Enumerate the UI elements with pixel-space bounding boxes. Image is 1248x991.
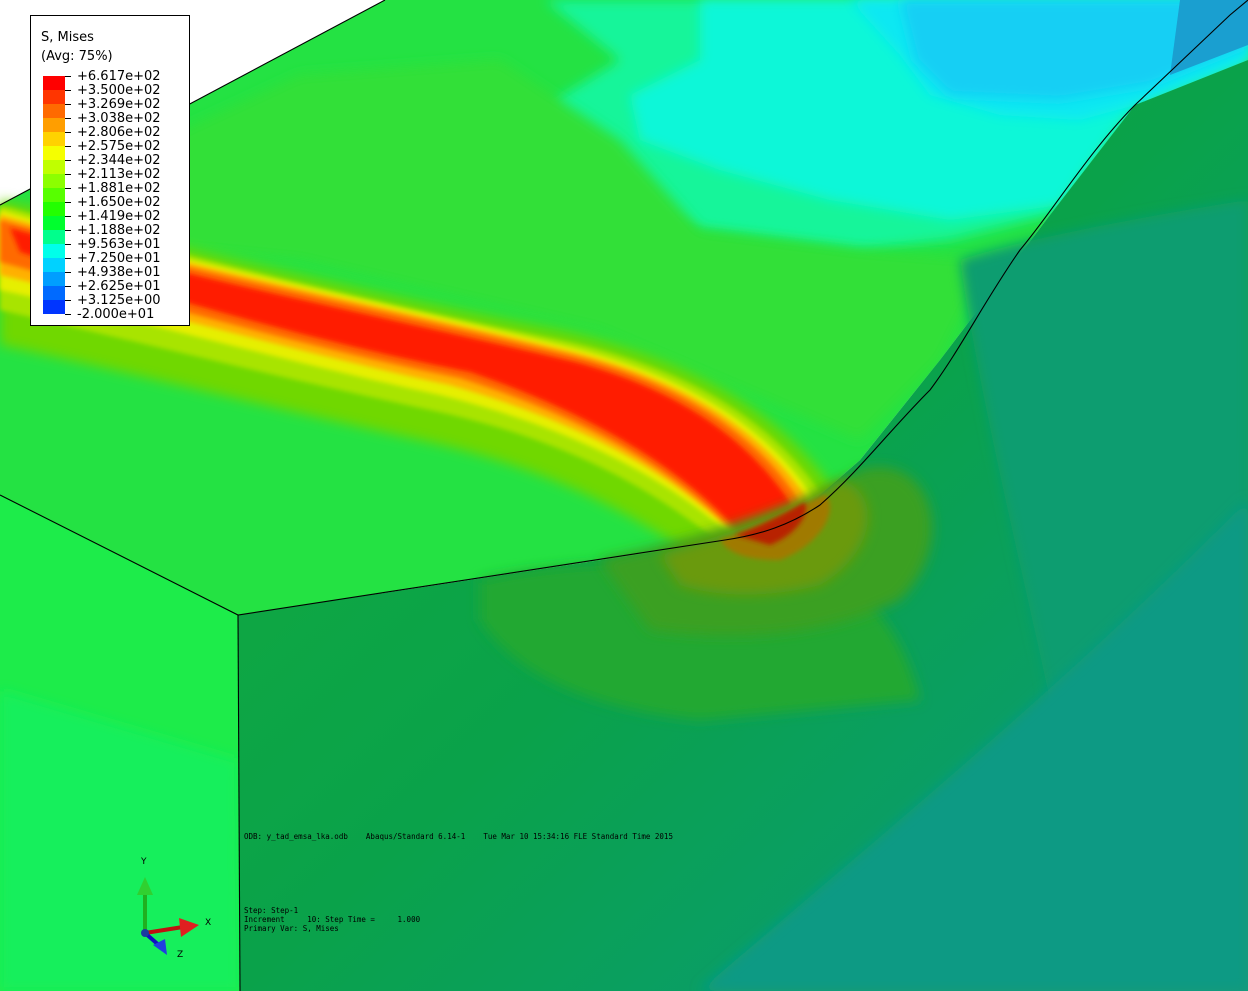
legend-tick [65, 286, 71, 287]
legend-value-label: +2.575e+02 [77, 139, 161, 154]
legend-swatch [43, 202, 65, 216]
odb-info-text: ODB: y_tad_emsa_lka.odb Abaqus/Standard … [244, 832, 673, 841]
legend-swatch [43, 300, 65, 314]
legend-swatch [43, 104, 65, 118]
legend-value-label: +4.938e+01 [77, 265, 161, 280]
legend-tick [65, 174, 71, 175]
triad-x-label: X [205, 918, 212, 928]
legend-subtitle: (Avg: 75%) [41, 49, 113, 64]
legend-swatch [43, 76, 65, 90]
legend-swatch [43, 258, 65, 272]
legend-tick [65, 300, 71, 301]
legend-swatch [43, 188, 65, 202]
legend-swatch [43, 132, 65, 146]
legend-value-label: -2.000e+01 [77, 307, 155, 322]
legend-value-label: +2.625e+01 [77, 279, 161, 294]
legend-value-label: +2.113e+02 [77, 167, 161, 182]
legend-value-label: +1.881e+02 [77, 181, 161, 196]
y-axis-arrow-icon [137, 877, 153, 933]
step-info-text: Step: Step-1 [244, 906, 299, 915]
legend-title: S, Mises [41, 30, 94, 45]
legend-tick [65, 314, 71, 315]
triad-y-label: Y [141, 857, 147, 867]
legend-tick [65, 258, 71, 259]
legend-value-label: +1.650e+02 [77, 195, 161, 210]
z-axis-arrow-icon [143, 931, 167, 955]
legend-swatch [43, 272, 65, 286]
legend-color-bar [43, 76, 65, 314]
legend-swatch [43, 286, 65, 300]
legend-swatch [43, 174, 65, 188]
coordinate-triad [137, 877, 199, 955]
legend-swatch [43, 90, 65, 104]
legend-swatch [43, 230, 65, 244]
legend-tick [65, 216, 71, 217]
legend-tick [65, 230, 71, 231]
legend-swatch [43, 160, 65, 174]
legend-value-label: +3.125e+00 [77, 293, 161, 308]
legend-tick [65, 272, 71, 273]
legend-tick [65, 132, 71, 133]
legend-value-label: +3.500e+02 [77, 83, 161, 98]
legend-swatch [43, 216, 65, 230]
legend-value-label: +9.563e+01 [77, 237, 161, 252]
legend-tick [65, 76, 71, 77]
legend-tick [65, 202, 71, 203]
legend-tick [65, 118, 71, 119]
legend-tick [65, 188, 71, 189]
legend-value-label: +3.269e+02 [77, 97, 161, 112]
legend-tick [65, 104, 71, 105]
legend-value-label: +6.617e+02 [77, 69, 161, 84]
triad-z-label: Z [177, 950, 184, 960]
increment-info-text: Increment 10: Step Time = 1.000 [244, 915, 421, 924]
primary-var-info-text: Primary Var: S, Mises [244, 924, 339, 933]
legend-tick [65, 160, 71, 161]
legend-value-label: +3.038e+02 [77, 111, 161, 126]
legend-tick [65, 90, 71, 91]
legend-value-label: +2.806e+02 [77, 125, 161, 140]
legend-tick [65, 146, 71, 147]
legend-value-label: +7.250e+01 [77, 251, 161, 266]
legend-value-label: +2.344e+02 [77, 153, 161, 168]
legend-value-label: +1.419e+02 [77, 209, 161, 224]
legend-swatch [43, 118, 65, 132]
legend-value-label: +1.188e+02 [77, 223, 161, 238]
legend-swatch [43, 244, 65, 258]
legend-tick [65, 244, 71, 245]
x-axis-arrow-icon [144, 918, 199, 937]
legend-swatch [43, 146, 65, 160]
triad-origin [141, 929, 149, 937]
contour-legend: S, Mises (Avg: 75%) +6.617e+02 +3.500e+02… [30, 15, 190, 326]
